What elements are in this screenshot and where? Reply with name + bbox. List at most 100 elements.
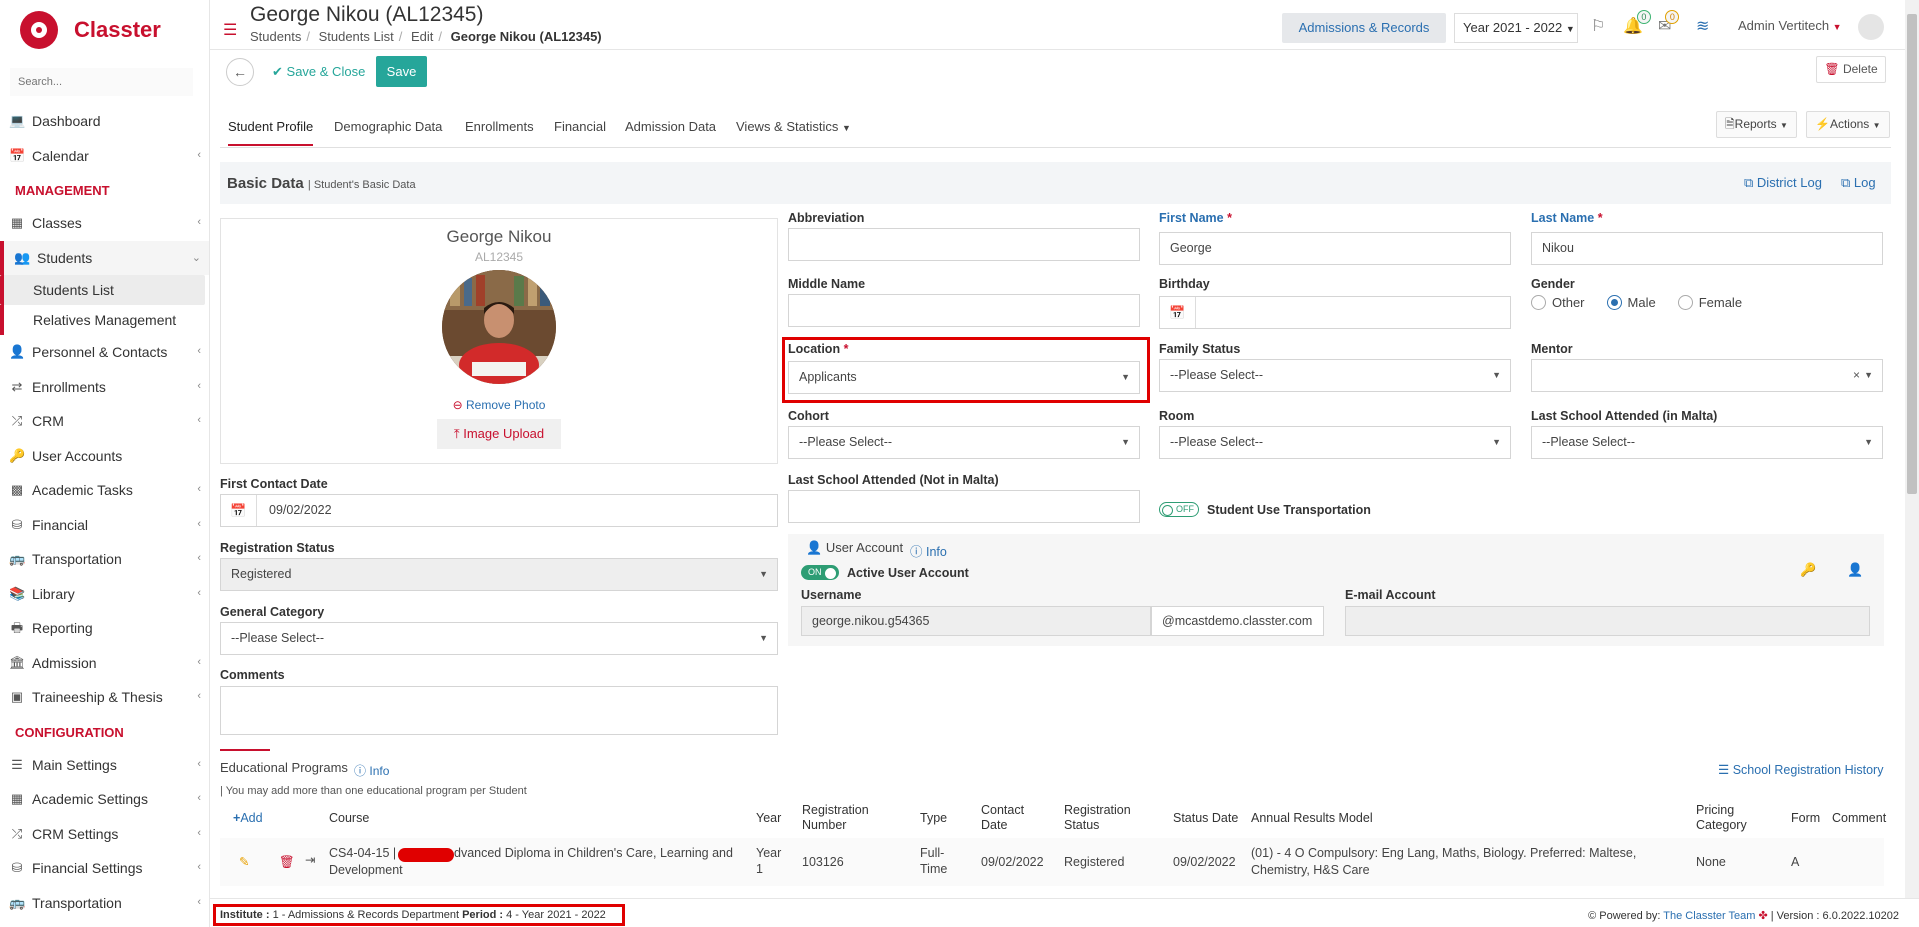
sidebar-item-students[interactable]: 👥 Students ⌄ bbox=[0, 240, 209, 275]
back-button[interactable]: ← bbox=[226, 58, 254, 86]
sidebar-item-calendar[interactable]: 📅 Calendar ‹ bbox=[0, 139, 209, 174]
sidebar-item-dashboard[interactable]: 💻 Dashboard bbox=[0, 104, 209, 139]
sidebar-item-classes[interactable]: ▦ Classes ‹ bbox=[0, 206, 209, 241]
middle-name-input[interactable] bbox=[788, 294, 1140, 327]
active-user-toggle[interactable]: ON bbox=[801, 565, 839, 580]
tab-student-profile[interactable]: Student Profile bbox=[228, 119, 314, 146]
transportation-toggle[interactable]: OFF bbox=[1159, 502, 1199, 517]
user-menu[interactable]: Admin Vertitech ▼ bbox=[1738, 18, 1842, 33]
version-text: | Version : 6.0.2022.10202 bbox=[1770, 910, 1899, 922]
sidebar-item-traineeship-thesis[interactable]: ▣ Traineeship & Thesis ‹ bbox=[0, 680, 209, 715]
add-program-button[interactable]: +Add bbox=[233, 811, 263, 826]
delete-button[interactable]: 🗑 Delete bbox=[1816, 56, 1886, 83]
room-select[interactable]: --Please Select-- ▼ bbox=[1159, 426, 1511, 459]
district-log-link[interactable]: ⧉ District Log bbox=[1744, 175, 1822, 191]
classter-team-link[interactable]: The Classter Team bbox=[1663, 910, 1755, 922]
module-button[interactable]: Admissions & Records bbox=[1282, 13, 1446, 43]
sidebar-item-crm[interactable]: ⤮ CRM ‹ bbox=[0, 404, 209, 439]
sidebar-item-enrollments[interactable]: ⇄ Enrollments ‹ bbox=[0, 370, 209, 405]
year-select[interactable]: Year 2021 - 2022 ▼ bbox=[1454, 13, 1578, 43]
trash-icon[interactable]: 🗑 bbox=[279, 854, 295, 870]
sidebar-item-label: Academic Tasks bbox=[32, 482, 133, 499]
subtitle-text: Student's Basic Data bbox=[313, 179, 416, 191]
abbreviation-input[interactable] bbox=[788, 228, 1140, 261]
user-settings-icon[interactable]: 👤 bbox=[1847, 562, 1863, 578]
avatar[interactable] bbox=[1858, 14, 1884, 40]
footer-powered: © Powered by: The Classter Team ✤ | Vers… bbox=[1588, 909, 1899, 922]
gender-other-radio[interactable] bbox=[1531, 295, 1546, 310]
scrollbar-thumb[interactable] bbox=[1907, 14, 1917, 494]
menu-icon[interactable]: ☰ bbox=[223, 20, 237, 40]
page-scrollbar[interactable] bbox=[1905, 0, 1919, 898]
mail-badge: 0 bbox=[1665, 10, 1680, 24]
first-contact-field[interactable]: 📅 09/02/2022 bbox=[220, 494, 778, 527]
sidebar-subitem-students-list[interactable]: Students List bbox=[0, 275, 205, 305]
general-category-select[interactable]: --Please Select-- ▼ bbox=[220, 622, 778, 655]
actions-button[interactable]: ⚡Actions ▼ bbox=[1806, 111, 1890, 138]
sidebar-search-input[interactable] bbox=[10, 68, 193, 96]
reports-label: Reports bbox=[1734, 117, 1777, 131]
tab-demographic-data[interactable]: Demographic Data bbox=[334, 119, 442, 134]
cohort-select[interactable]: --Please Select-- ▼ bbox=[788, 426, 1140, 459]
sidebar-item-transportation[interactable]: 🚌 Transportation ‹ bbox=[0, 542, 209, 577]
registration-status-select[interactable]: Registered ▼ bbox=[220, 558, 778, 591]
last-name-label-text: Last Name bbox=[1531, 211, 1595, 225]
mail-icon[interactable]: ✉ 0 bbox=[1658, 10, 1680, 36]
reports-button[interactable]: 🗎Reports ▼ bbox=[1716, 111, 1797, 138]
sidebar-item-crm-settings[interactable]: ⤮ CRM Settings ‹ bbox=[0, 817, 209, 852]
user-account-info-link[interactable]: ⓘ Info bbox=[910, 541, 947, 560]
sidebar-item-transportation[interactable]: 🚌 Transportation ‹ bbox=[0, 886, 209, 921]
remove-photo-link[interactable]: ⊖ Remove Photo bbox=[221, 398, 777, 412]
sidebar-item-library[interactable]: 📚 Library ‹ bbox=[0, 577, 209, 612]
log-link[interactable]: ⧉ Log bbox=[1841, 175, 1876, 191]
save-close-button[interactable]: ✔ Save & Close bbox=[272, 64, 365, 80]
tab-financial[interactable]: Financial bbox=[554, 119, 606, 134]
sidebar-item-personnel-contacts[interactable]: 👤 Personnel & Contacts ‹ bbox=[0, 335, 209, 370]
sidebar-item-admission[interactable]: 🏛 Admission ‹ bbox=[0, 646, 209, 681]
educational-programs-title: Educational Programs bbox=[220, 760, 348, 775]
layers-icon[interactable]: ≋ bbox=[1696, 16, 1709, 36]
bell-icon[interactable]: 🔔 0 bbox=[1623, 10, 1651, 36]
logo[interactable]: Classter bbox=[0, 0, 209, 60]
first-name-input[interactable]: George bbox=[1159, 232, 1511, 265]
tab-admission-data[interactable]: Admission Data bbox=[625, 119, 716, 134]
sidebar: Classter 💻 Dashboard 📅 Calendar ‹ MANAGEMENT… bbox=[0, 0, 210, 927]
sidebar-item-financial[interactable]: ⛁ Financial ‹ bbox=[0, 508, 209, 543]
sidebar-item-reporting[interactable]: 🖶 Reporting bbox=[0, 611, 209, 646]
programs-info-link[interactable]: ⓘ Info bbox=[354, 762, 389, 779]
clear-icon[interactable]: × bbox=[1853, 360, 1860, 391]
sign-out-icon[interactable]: ⇥ bbox=[305, 852, 315, 868]
edit-icon[interactable]: ✎ bbox=[239, 854, 249, 870]
family-status-select[interactable]: --Please Select-- ▼ bbox=[1159, 359, 1511, 392]
birthday-field[interactable]: 📅 bbox=[1159, 296, 1511, 329]
last-name-input[interactable]: Nikou bbox=[1531, 232, 1883, 265]
school-registration-history-link[interactable]: ☰ School Registration History bbox=[1718, 762, 1883, 777]
flag-icon[interactable]: ⚐ bbox=[1591, 16, 1605, 36]
sidebar-item-financial-settings[interactable]: ⛁ Financial Settings ‹ bbox=[0, 851, 209, 886]
comments-textarea[interactable] bbox=[220, 686, 778, 735]
breadcrumb-edit[interactable]: Edit bbox=[411, 29, 433, 44]
mentor-select[interactable]: × ▼ bbox=[1531, 359, 1883, 392]
sidebar-item-academic-settings[interactable]: ▦ Academic Settings ‹ bbox=[0, 782, 209, 817]
caret-down-icon: ▼ bbox=[1492, 370, 1501, 380]
tab-views-statistics[interactable]: Views & Statistics ▼ bbox=[736, 119, 851, 134]
username-input[interactable]: george.nikou.g54365 bbox=[801, 606, 1151, 636]
key-icon[interactable]: 🔑 bbox=[1800, 562, 1816, 578]
breadcrumb-students-list[interactable]: Students List bbox=[319, 29, 394, 44]
last-school-not-malta-input[interactable] bbox=[788, 490, 1140, 523]
tab-enrollments[interactable]: Enrollments bbox=[465, 119, 534, 134]
gender-female-radio[interactable] bbox=[1677, 295, 1693, 310]
breadcrumb-students[interactable]: Students bbox=[250, 29, 301, 44]
email-account-input[interactable] bbox=[1345, 606, 1870, 636]
sidebar-item-main-settings[interactable]: ☰ Main Settings ‹ bbox=[0, 748, 209, 783]
gender-male-radio[interactable] bbox=[1606, 295, 1622, 310]
caret-down-icon: ▼ bbox=[1864, 437, 1873, 447]
image-upload-button[interactable]: ⤒ Image Upload bbox=[437, 419, 561, 449]
sidebar-item-academic-tasks[interactable]: ▩ Academic Tasks ‹ bbox=[0, 473, 209, 508]
sidebar-subitem-relatives[interactable]: Relatives Management bbox=[0, 305, 209, 335]
sidebar-item-user-accounts[interactable]: 🔑 User Accounts bbox=[0, 439, 209, 474]
last-school-malta-select[interactable]: --Please Select-- ▼ bbox=[1531, 426, 1883, 459]
location-select[interactable]: Applicants ▼ bbox=[788, 361, 1140, 394]
sidebar-item-label: Personnel & Contacts bbox=[32, 344, 168, 361]
save-button[interactable]: Save bbox=[376, 56, 427, 87]
